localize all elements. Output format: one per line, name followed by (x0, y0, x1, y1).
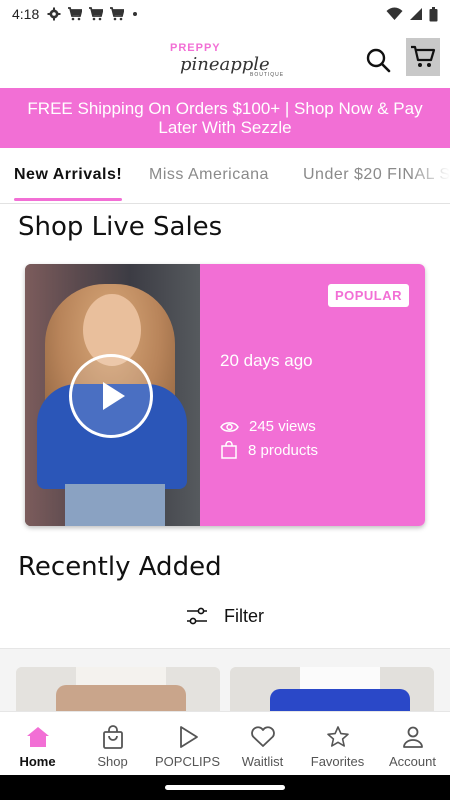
products-stat: 8 products (220, 441, 318, 459)
live-sale-info[interactable]: POPULAR 20 days ago 245 views 8 products (200, 264, 425, 526)
heart-icon (250, 726, 275, 747)
product-card[interactable] (230, 667, 434, 711)
nav-waitlist[interactable]: Waitlist (225, 712, 300, 775)
live-sale-thumbnail[interactable] (25, 264, 200, 526)
system-navigation-bar (0, 775, 450, 800)
play-icon (103, 382, 125, 410)
sliders-icon (187, 607, 207, 625)
cart-icon (68, 7, 83, 21)
nav-account[interactable]: Account (375, 712, 450, 775)
signal-icon (410, 8, 422, 20)
promo-text: FREE Shipping On Orders $100+ | Shop Now… (27, 99, 423, 137)
home-gesture-handle[interactable] (165, 785, 285, 790)
tab-new-arrivals[interactable]: New Arrivals! (14, 166, 122, 184)
cart-button[interactable] (406, 38, 440, 76)
nav-favorites-label: Favorites (310, 754, 365, 769)
logo-boutique: BOUTIQUE (250, 72, 285, 78)
notification-icons (47, 7, 140, 21)
play-video-button[interactable] (69, 354, 153, 438)
nav-shop[interactable]: Shop (75, 712, 150, 775)
status-bar: 4:18 (0, 0, 450, 28)
nav-popclips-label: POPCLIPS (154, 754, 221, 769)
promo-banner[interactable]: FREE Shipping On Orders $100+ | Shop Now… (0, 88, 450, 148)
search-icon (366, 48, 391, 73)
logo-preppy: PREPPY (170, 42, 221, 54)
live-sale-card[interactable]: POPULAR 20 days ago 245 views 8 products (25, 264, 425, 526)
eye-icon (220, 421, 239, 432)
search-button[interactable] (360, 42, 396, 78)
nav-home[interactable]: Home (0, 712, 75, 775)
nav-waitlist-label: Waitlist (241, 754, 284, 769)
nav-popclips[interactable]: POPCLIPS (150, 712, 225, 775)
play-icon (179, 726, 198, 748)
popular-badge: POPULAR (327, 284, 409, 307)
product-grid (0, 649, 450, 711)
views-stat: 245 views (220, 418, 316, 435)
nav-account-label: Account (389, 754, 436, 769)
views-count: 245 views (249, 418, 316, 435)
wifi-icon (386, 7, 403, 20)
battery-icon (429, 6, 438, 21)
nav-home-label: Home (19, 754, 56, 769)
tabs-fade (410, 148, 450, 203)
gear-icon (47, 7, 61, 21)
status-time: 4:18 (12, 6, 40, 22)
category-tabs: New Arrivals! Miss Americana Under $20 F… (0, 148, 450, 204)
system-icons (386, 6, 438, 22)
cart-icon (89, 7, 104, 21)
home-icon (26, 727, 49, 747)
filter-label: Filter (224, 605, 264, 626)
nav-shop-label: Shop (97, 754, 128, 769)
star-icon (326, 726, 349, 747)
live-sales-title: Shop Live Sales (18, 212, 223, 242)
shopping-bag-icon (102, 725, 123, 749)
app-header: PREPPY pineapple BOUTIQUE (0, 28, 450, 88)
products-count: 8 products (248, 441, 319, 459)
bottom-navigation: Home Shop POPCLIPS Waitlist Favorites Ac… (0, 711, 450, 775)
nav-favorites[interactable]: Favorites (300, 712, 375, 775)
filter-button[interactable]: Filter (0, 596, 450, 636)
tab-miss-americana[interactable]: Miss Americana (149, 166, 269, 184)
brand-logo[interactable]: PREPPY pineapple BOUTIQUE (168, 42, 286, 82)
product-card[interactable] (16, 667, 220, 711)
cart-icon (110, 7, 125, 21)
recently-added-title: Recently Added (18, 552, 222, 582)
active-tab-indicator (14, 198, 122, 201)
cart-icon (411, 45, 436, 67)
live-sale-date: 20 days ago (220, 351, 313, 370)
dot-icon (133, 12, 138, 16)
person-icon (402, 726, 423, 748)
shopping-bag-icon (221, 441, 237, 459)
